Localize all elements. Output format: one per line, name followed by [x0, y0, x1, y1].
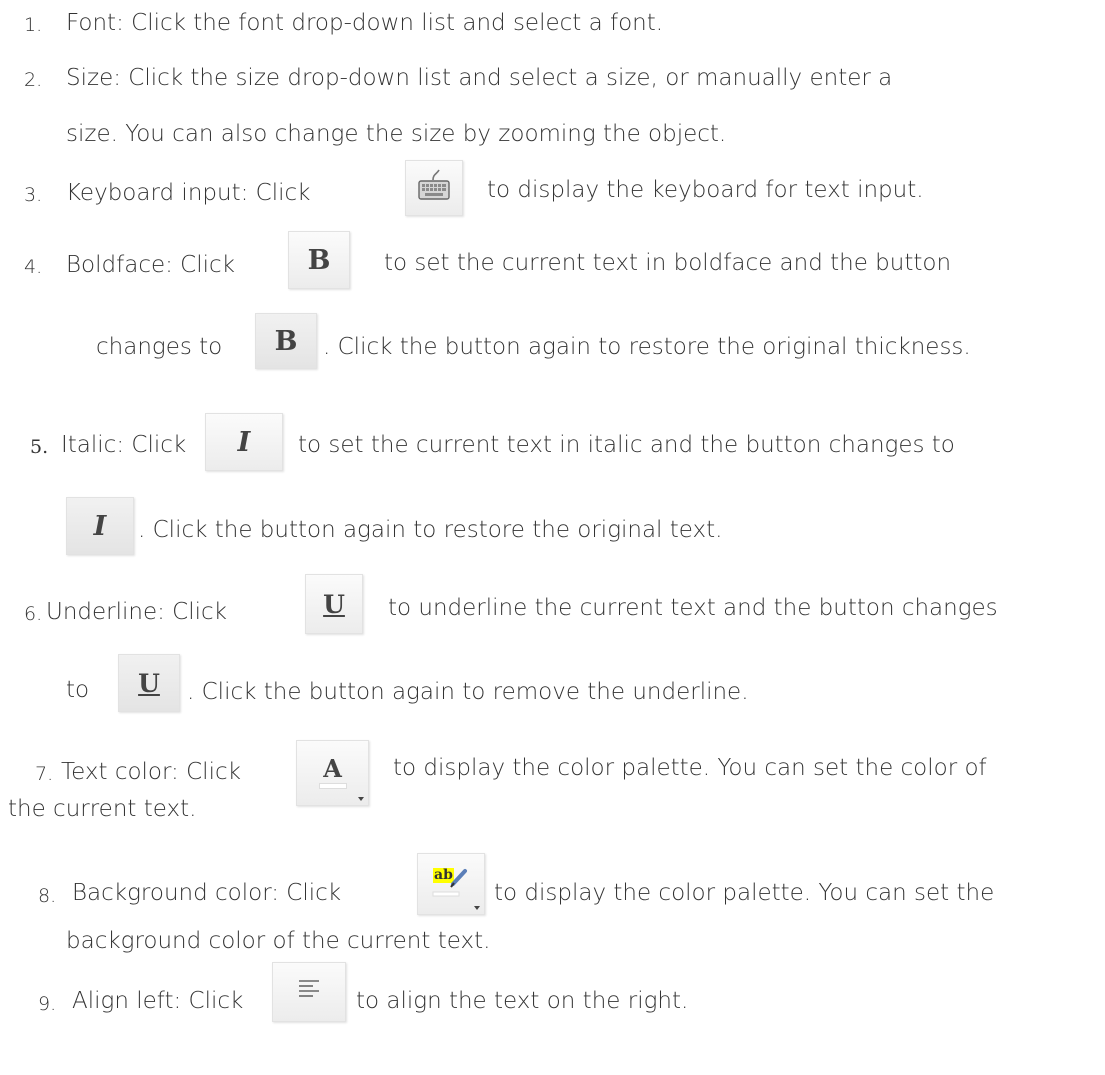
- item-text: Underline: Click: [46, 599, 227, 625]
- underline-button-active[interactable]: U: [118, 654, 180, 712]
- item-text: . Click the button again to restore the …: [138, 517, 723, 543]
- item-text: to align the text on the right.: [356, 988, 689, 1014]
- item-text: Text color: Click: [61, 759, 241, 785]
- align-left-icon: [297, 978, 321, 1006]
- item-number: 8.: [38, 885, 57, 907]
- item-number: 2.: [24, 69, 43, 91]
- bold-icon: B: [307, 244, 331, 276]
- italic-button-active[interactable]: I: [66, 497, 134, 555]
- item-text: size. You can also change the size by zo…: [66, 121, 727, 147]
- underline-icon: U: [323, 589, 345, 619]
- item-text: background color of the current text.: [66, 928, 491, 954]
- align-left-button[interactable]: [272, 962, 346, 1022]
- keyboard-icon: [417, 168, 451, 208]
- item-number: 1.: [24, 14, 43, 36]
- text-color-button[interactable]: A: [296, 740, 369, 806]
- item-text: Size: Click the size drop-down list and …: [66, 65, 893, 91]
- item-text: Background color: Click: [72, 880, 342, 906]
- item-text: Align left: Click: [72, 988, 244, 1014]
- underline-icon: U: [138, 668, 160, 698]
- item-text: Italic: Click: [61, 432, 187, 458]
- item-text: to set the current text in italic and th…: [298, 432, 955, 458]
- item-text: . Click the button again to restore the …: [323, 334, 971, 360]
- keyboard-button[interactable]: [405, 160, 463, 216]
- italic-icon: I: [93, 510, 107, 542]
- item-text: Font: Click the font drop-down list and …: [66, 10, 664, 36]
- background-color-button[interactable]: ab: [417, 853, 485, 915]
- item-text: to display the color palette. You can se…: [494, 880, 995, 906]
- item-text: the current text.: [8, 796, 197, 822]
- text-color-swatch: [318, 783, 347, 789]
- item-text: to display the keyboard for text input.: [487, 177, 924, 203]
- italic-button[interactable]: I: [205, 413, 283, 471]
- item-text: to display the color palette. You can se…: [393, 755, 987, 781]
- item-number: 7.: [35, 763, 54, 785]
- italic-icon: I: [237, 426, 251, 458]
- item-text: to set the current text in boldface and …: [384, 250, 952, 276]
- item-number: 9.: [38, 993, 57, 1015]
- item-text: to: [66, 677, 90, 703]
- item-text: . Click the button again to remove the u…: [187, 679, 749, 705]
- item-text: changes to: [96, 334, 223, 360]
- item-text: Boldface: Click: [66, 252, 235, 278]
- item-number: 5.: [30, 436, 49, 458]
- underline-button[interactable]: U: [305, 574, 363, 634]
- chevron-down-icon: [358, 797, 364, 801]
- highlight-pen-icon: ab: [429, 866, 473, 902]
- text-color-icon: A: [318, 757, 347, 789]
- item-text: to underline the current text and the bu…: [388, 595, 998, 621]
- item-number: 4.: [24, 256, 43, 278]
- item-text: Keyboard input: Click: [66, 180, 311, 206]
- bold-button-active[interactable]: B: [255, 313, 317, 369]
- bold-button[interactable]: B: [288, 231, 350, 289]
- bold-icon: B: [274, 325, 298, 357]
- item-number: 6.: [24, 603, 43, 625]
- chevron-down-icon: [474, 906, 480, 910]
- item-number: 3.: [24, 184, 43, 206]
